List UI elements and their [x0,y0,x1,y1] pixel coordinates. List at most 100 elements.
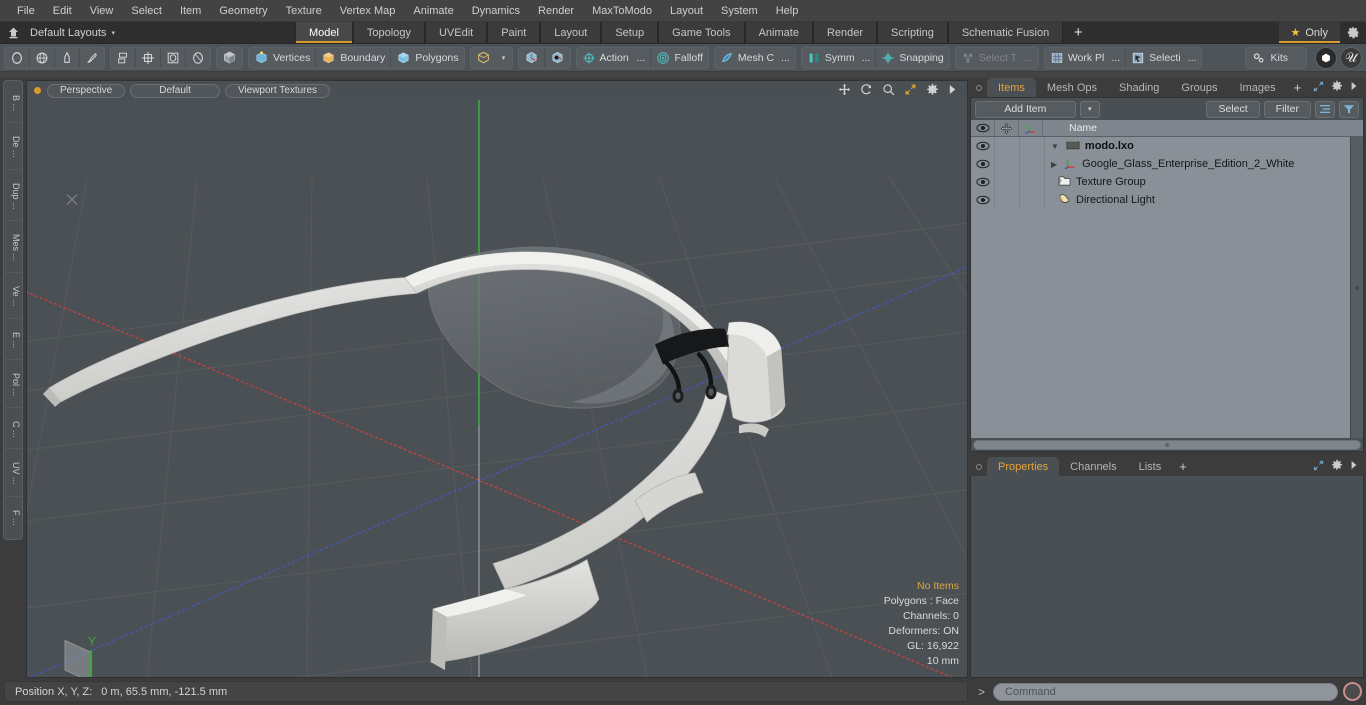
brush-icon[interactable] [79,47,104,68]
table-row[interactable]: ▼ modo.lxo [971,137,1350,155]
cube-outline-icon[interactable] [471,48,496,68]
gear-icon[interactable] [1331,80,1343,95]
falloff-button[interactable]: Falloff [650,47,707,68]
maximize-icon[interactable] [904,83,917,99]
tab-game-tools[interactable]: Game Tools [658,22,745,43]
tab-setup[interactable]: Setup [601,22,659,43]
pivot-a-icon[interactable] [519,48,544,68]
row-axis-cell[interactable] [1020,173,1045,191]
expand-icon[interactable] [1313,460,1324,474]
default-layouts-dropdown[interactable]: Default Layouts ▾ [26,22,125,43]
menu-layout[interactable]: Layout [661,3,712,19]
row-move-cell[interactable] [995,137,1020,155]
table-row[interactable]: Texture Group [971,173,1350,191]
row-eye-icon[interactable] [971,155,995,173]
eye-icon[interactable] [971,120,995,136]
arrow-right-icon[interactable] [1350,81,1358,94]
tab-channels[interactable]: Channels [1059,457,1127,476]
add-panel-tab-button[interactable]: + [1287,78,1309,97]
tab-topology[interactable]: Topology [352,22,425,43]
axis-icon[interactable] [1019,120,1043,136]
viewport-canvas[interactable]: Y X No Items Polygons : Face Channels: 0… [27,100,967,677]
rotate-icon[interactable] [860,83,873,99]
menu-geometry[interactable]: Geometry [210,3,276,19]
boundary-mode-button[interactable]: Boundary [315,47,390,68]
twisty-icon[interactable]: ▶ [1051,160,1057,169]
viewport-projection-dropdown[interactable]: Perspective [47,83,126,98]
circle-icon[interactable] [5,48,29,68]
tab-render[interactable]: Render [812,22,878,43]
left-tab-duplicate[interactable]: Dup ... [5,172,21,222]
menu-help[interactable]: Help [767,3,808,19]
menu-dynamics[interactable]: Dynamics [463,3,529,19]
mesh-constraint-button[interactable]: Mesh C ... [715,48,795,68]
tab-lists[interactable]: Lists [1128,457,1173,476]
tab-groups[interactable]: Groups [1170,78,1228,97]
row-move-cell[interactable] [995,173,1020,191]
scrollbar-thumb[interactable] [973,439,1361,450]
workplane-button[interactable]: Work Pl ... [1045,48,1125,68]
left-tab-fusion[interactable]: F ... [5,499,21,537]
tab-uvedit[interactable]: UVEdit [424,22,488,43]
left-tab-edge[interactable]: E ... [5,321,21,360]
menu-system[interactable]: System [712,3,767,19]
gear-icon[interactable] [1331,459,1343,474]
move-lock-icon[interactable] [995,120,1019,136]
expand-icon[interactable] [1313,81,1324,95]
viewport-3d[interactable]: Perspective Default Viewport Textures Y … [26,80,968,678]
tab-items[interactable]: Items [987,78,1036,97]
items-tree[interactable]: ▼ modo.lxo ▶ Google_Glass_Enterprise_Edi… [971,137,1350,438]
add-properties-tab-button[interactable]: + [1172,457,1194,476]
left-tab-mesh[interactable]: Mes ... [5,223,21,274]
menu-view[interactable]: View [81,3,123,19]
tab-scripting[interactable]: Scripting [877,22,948,43]
move-icon[interactable] [838,83,851,99]
tab-layout[interactable]: Layout [540,22,602,43]
record-icon[interactable] [1343,682,1362,701]
add-tab-button[interactable]: + [1063,22,1094,43]
stack-icon[interactable] [111,48,135,68]
table-row[interactable]: ▶ Google_Glass_Enterprise_Edition_2_Whit… [971,155,1350,173]
only-toggle[interactable]: ★ Only [1278,22,1340,43]
square-in-square-icon[interactable] [160,47,185,68]
command-input[interactable]: Command [993,682,1338,701]
menu-animate[interactable]: Animate [404,3,462,19]
menu-texture[interactable]: Texture [277,3,331,19]
unity-icon[interactable] [1315,46,1337,69]
add-item-button[interactable]: Add Item [975,100,1076,118]
menu-select[interactable]: Select [122,3,171,19]
tab-paint[interactable]: Paint [487,22,541,43]
gear-icon[interactable] [926,83,939,99]
row-axis-cell[interactable] [1020,137,1045,155]
items-horizontal-scrollbar[interactable] [971,438,1363,451]
mode-cube-caret[interactable]: ▾ [496,54,512,62]
arrow-right-icon[interactable] [1350,460,1358,473]
kits-button[interactable]: Kits [1246,48,1306,68]
selection-set-button[interactable]: Selecti ... [1125,47,1201,68]
menu-edit[interactable]: Edit [44,3,81,19]
left-tab-polygon[interactable]: Pol ... [5,362,21,408]
items-vertical-scrollbar[interactable] [1350,137,1363,438]
viewport-shading-dropdown[interactable]: Viewport Textures [224,83,331,98]
arrow-right-icon[interactable] [948,84,957,98]
zoom-icon[interactable] [882,83,895,99]
row-axis-cell[interactable] [1020,155,1045,173]
snapping-button[interactable]: Snapping [875,47,948,68]
unreal-icon[interactable]: 𝒰 [1340,46,1362,69]
home-icon[interactable] [0,22,26,43]
left-tab-uv[interactable]: UV ... [5,451,21,497]
tab-animate[interactable]: Animate [744,22,813,43]
funnel-icon[interactable] [1339,100,1359,118]
symmetry-button[interactable]: Symm ... [802,48,876,68]
properties-panel-body[interactable] [970,476,1364,678]
pen-icon[interactable] [54,47,79,68]
row-eye-icon[interactable] [971,137,995,155]
menu-vertex-map[interactable]: Vertex Map [331,3,405,19]
menu-maxtomodo[interactable]: MaxToModo [583,3,661,19]
row-eye-icon[interactable] [971,191,995,209]
menu-render[interactable]: Render [529,3,583,19]
left-tab-deform[interactable]: De ... [5,125,21,170]
left-tab-curve[interactable]: C ... [5,410,21,450]
left-tab-basic[interactable]: B ... [5,84,21,124]
tab-schematic-fusion[interactable]: Schematic Fusion [947,22,1064,43]
